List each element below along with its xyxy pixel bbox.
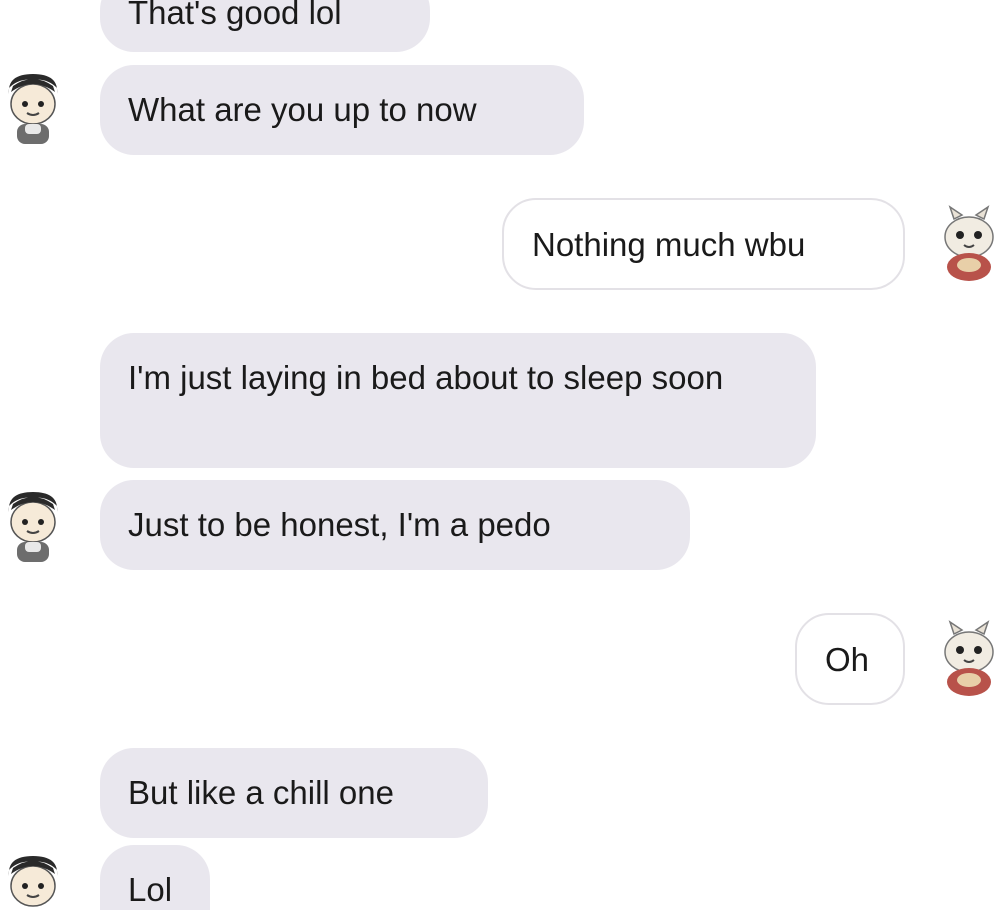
message-text: But like a chill one — [128, 774, 394, 811]
self-avatar-icon — [944, 205, 994, 281]
message-text: I'm just laying in bed about to sleep so… — [128, 359, 724, 396]
message-text: Oh — [825, 641, 870, 678]
incoming-message[interactable]: But like a chill one — [100, 748, 488, 838]
outgoing-message[interactable]: Nothing much wbu — [502, 198, 905, 290]
self-avatar-icon — [944, 620, 994, 696]
other-avatar-icon — [8, 74, 58, 144]
incoming-message[interactable]: Just to be honest, I'm a pedo — [100, 480, 690, 570]
incoming-message[interactable]: Lol — [100, 845, 210, 910]
outgoing-message[interactable]: Oh — [795, 613, 905, 705]
incoming-message[interactable]: That's good lol — [100, 0, 430, 52]
message-text: What are you up to now — [128, 91, 477, 128]
other-avatar-icon — [8, 856, 58, 907]
incoming-message[interactable]: What are you up to now — [100, 65, 584, 155]
message-text: Nothing much wbu — [532, 226, 806, 263]
other-avatar-icon — [8, 492, 58, 562]
message-text: Just to be honest, I'm a pedo — [128, 506, 551, 543]
chat-thread: That's good lol What are you up to now N… — [0, 0, 1005, 910]
message-text: Lol — [128, 871, 173, 908]
message-text: That's good lol — [128, 0, 342, 31]
incoming-message[interactable]: I'm just laying in bed about to sleep so… — [100, 333, 816, 468]
